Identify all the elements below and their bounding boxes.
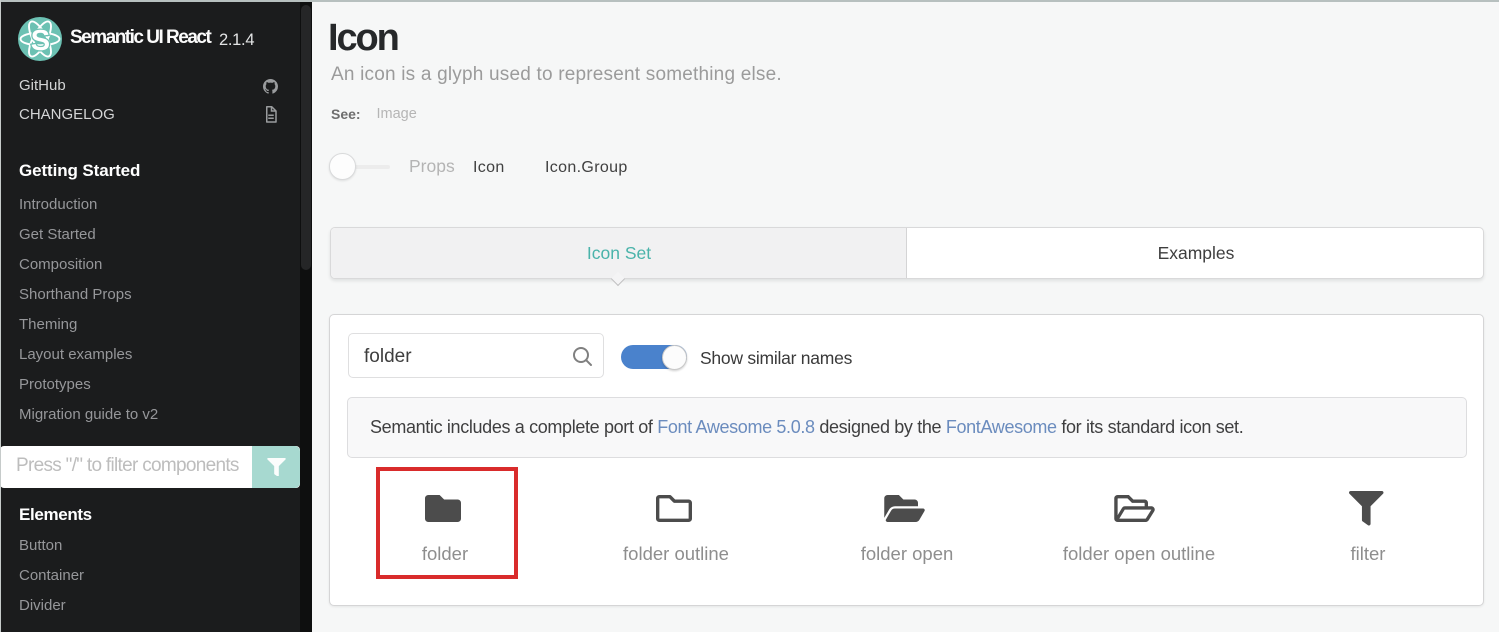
svg-text:S: S: [31, 25, 50, 57]
